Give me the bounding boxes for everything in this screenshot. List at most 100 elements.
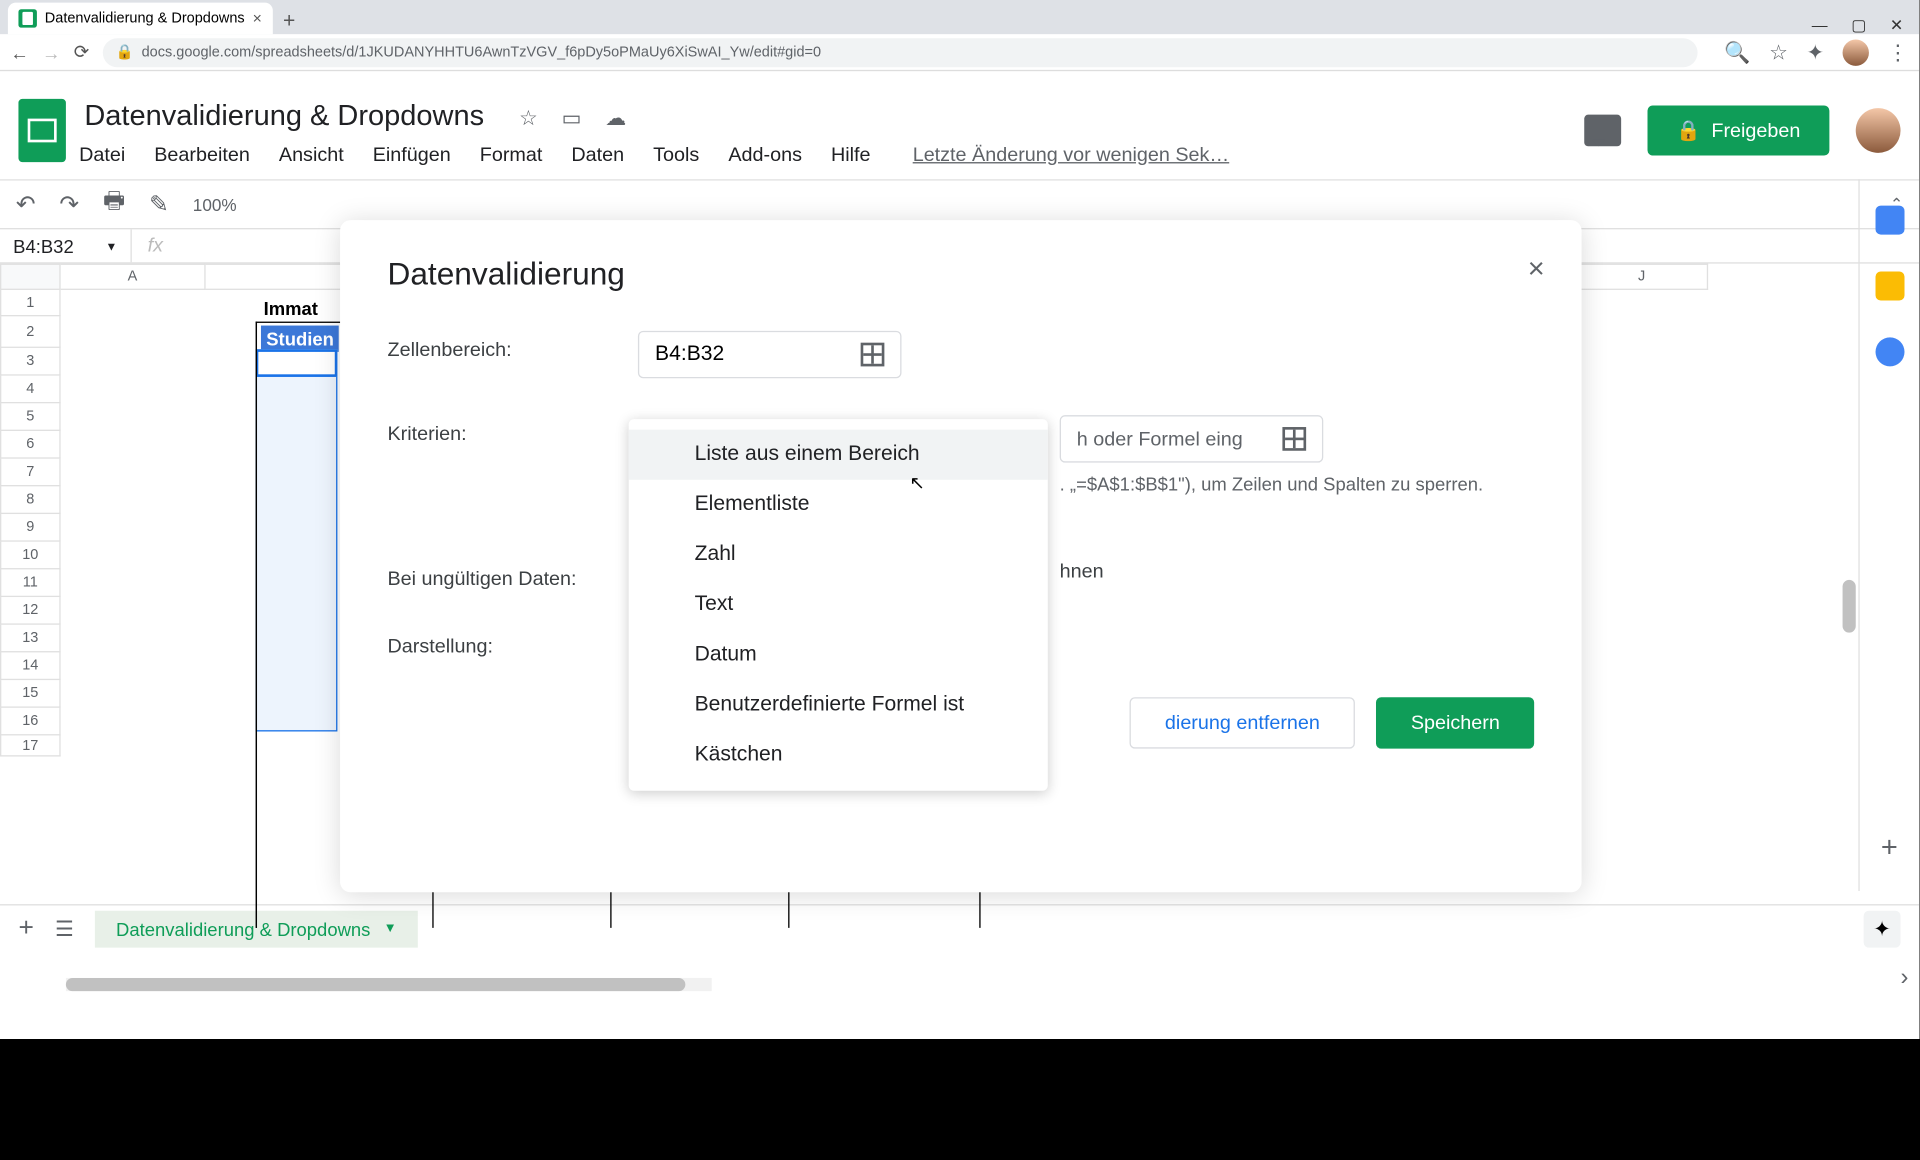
url-input[interactable]: 🔒 docs.google.com/spreadsheets/d/1JKUDAN… — [102, 38, 1698, 67]
select-range-icon[interactable] — [1282, 427, 1306, 451]
side-panel-toggle-icon[interactable]: › — [1901, 963, 1909, 991]
menu-format[interactable]: Format — [480, 143, 543, 165]
criteria-dropdown: Liste aus einem Bereich Elementliste Zah… — [629, 419, 1048, 791]
browser-profile-avatar[interactable] — [1843, 39, 1869, 65]
row-header[interactable]: 11 — [0, 569, 61, 597]
dialog-title: Datenvalidierung — [387, 257, 1534, 294]
dropdown-option-custom-formula[interactable]: Benutzerdefinierte Formel ist — [629, 680, 1048, 730]
criteria-range-input[interactable]: h oder Formel eing — [1060, 415, 1324, 462]
row-header[interactable]: 14 — [0, 652, 61, 680]
invalid-data-label: Bei ungültigen Daten: — [387, 560, 664, 590]
menu-data[interactable]: Daten — [571, 143, 624, 165]
explore-icon[interactable]: ✦ — [1864, 910, 1901, 947]
row-header[interactable]: 2 — [0, 316, 61, 348]
row-header[interactable]: 6 — [0, 431, 61, 459]
dropdown-option-date[interactable]: Datum — [629, 630, 1048, 680]
dropdown-option-item-list[interactable]: Elementliste — [629, 480, 1048, 530]
vertical-scrollbar[interactable] — [1840, 580, 1858, 1160]
col-header[interactable]: J — [1576, 264, 1708, 290]
sheets-favicon — [18, 9, 36, 27]
save-button[interactable]: Speichern — [1377, 697, 1535, 748]
add-sheet-icon[interactable]: + — [18, 913, 33, 943]
row-header[interactable]: 7 — [0, 459, 61, 487]
menu-edit[interactable]: Bearbeiten — [154, 143, 250, 165]
menu-tools[interactable]: Tools — [653, 143, 699, 165]
lock-icon: 🔒 — [116, 43, 134, 60]
print-icon[interactable]: 🖶 — [103, 185, 125, 225]
document-title[interactable]: Datenvalidierung & Dropdowns — [79, 96, 489, 136]
comments-icon[interactable] — [1584, 115, 1621, 147]
keep-icon[interactable] — [1875, 272, 1904, 301]
row-header[interactable]: 12 — [0, 597, 61, 625]
share-label: Freigeben — [1711, 119, 1800, 141]
close-tab-icon[interactable]: × — [253, 9, 262, 27]
row-header[interactable]: 10 — [0, 542, 61, 570]
cell-range-input[interactable]: B4:B32 — [638, 331, 902, 378]
row-header[interactable]: 16 — [0, 708, 61, 736]
share-button[interactable]: 🔒 Freigeben — [1647, 105, 1829, 155]
dropdown-option-number[interactable]: Zahl — [629, 530, 1048, 580]
row-header[interactable]: 17 — [0, 735, 61, 756]
account-avatar[interactable] — [1856, 108, 1901, 153]
menu-bar: Datei Bearbeiten Ansicht Einfügen Format… — [79, 143, 1571, 165]
row-header[interactable]: 8 — [0, 486, 61, 514]
sheets-logo-icon[interactable] — [18, 99, 65, 162]
cloud-status-icon[interactable]: ☁ — [605, 106, 626, 132]
zoom-select[interactable]: 100% — [193, 194, 237, 214]
all-sheets-icon[interactable]: ☰ — [55, 915, 74, 941]
dropdown-icon: ▼ — [106, 239, 118, 252]
undo-icon[interactable]: ↶ — [16, 190, 36, 218]
menu-insert[interactable]: Einfügen — [373, 143, 451, 165]
dropdown-option-text[interactable]: Text — [629, 580, 1048, 630]
row-header[interactable]: 5 — [0, 403, 61, 431]
menu-view[interactable]: Ansicht — [279, 143, 344, 165]
star-doc-icon[interactable]: ☆ — [519, 106, 538, 132]
move-doc-icon[interactable]: ▭ — [562, 106, 582, 132]
dropdown-option-checkbox[interactable]: Kästchen — [629, 730, 1048, 780]
select-range-icon[interactable] — [861, 343, 885, 367]
last-edit-link[interactable]: Letzte Änderung vor wenigen Sek… — [913, 143, 1230, 165]
range-label: Zellenbereich: — [387, 331, 637, 361]
extensions-icon[interactable]: ✦ — [1806, 39, 1824, 65]
close-window-icon[interactable]: ✕ — [1890, 16, 1903, 34]
calendar-icon[interactable] — [1875, 206, 1904, 235]
col-header[interactable]: A — [61, 264, 206, 290]
new-tab-button[interactable]: + — [272, 11, 305, 35]
minimize-icon[interactable]: — — [1812, 16, 1828, 34]
row-header[interactable]: 4 — [0, 376, 61, 404]
row-header[interactable]: 3 — [0, 348, 61, 376]
menu-help[interactable]: Hilfe — [831, 143, 871, 165]
zoom-icon[interactable]: 🔍 — [1724, 39, 1750, 65]
row-header[interactable]: 9 — [0, 514, 61, 542]
horizontal-scrollbar[interactable] — [66, 978, 712, 991]
paint-format-icon[interactable]: ✎ — [149, 190, 169, 218]
remove-validation-button[interactable]: dierung entfernen — [1129, 697, 1355, 748]
reload-icon[interactable]: ⟳ — [74, 41, 89, 63]
url-text: docs.google.com/spreadsheets/d/1JKUDANYH… — [142, 44, 821, 60]
row-header[interactable]: 15 — [0, 680, 61, 708]
name-box[interactable]: B4:B32 ▼ — [0, 229, 132, 262]
maximize-icon[interactable]: ▢ — [1851, 16, 1866, 34]
forward-icon[interactable]: → — [42, 42, 60, 63]
close-dialog-icon[interactable]: × — [1528, 252, 1545, 286]
criteria-label: Kriterien: — [387, 415, 637, 445]
add-addon-icon[interactable]: + — [1881, 830, 1898, 864]
window-controls: — ▢ ✕ — [1796, 16, 1919, 34]
side-panel: + — [1858, 179, 1919, 891]
fx-icon: fx — [132, 235, 179, 257]
menu-addons[interactable]: Add-ons — [728, 143, 802, 165]
cell-a2: Immat — [264, 298, 318, 319]
redo-icon[interactable]: ↷ — [59, 190, 79, 218]
dropdown-option-list-range[interactable]: Liste aus einem Bereich — [629, 430, 1048, 480]
row-header[interactable]: 13 — [0, 625, 61, 653]
address-bar: ← → ⟳ 🔒 docs.google.com/spreadsheets/d/1… — [0, 34, 1919, 71]
browser-menu-icon[interactable]: ⋮ — [1887, 39, 1908, 65]
star-icon[interactable]: ☆ — [1769, 39, 1788, 65]
select-all-corner[interactable] — [0, 264, 61, 290]
browser-tab-bar: Datenvalidierung & Dropdowns × + — ▢ ✕ — [0, 0, 1919, 34]
row-header[interactable]: 1 — [0, 290, 61, 316]
browser-tab[interactable]: Datenvalidierung & Dropdowns × — [8, 3, 272, 35]
menu-file[interactable]: Datei — [79, 143, 125, 165]
tasks-icon[interactable] — [1875, 337, 1904, 366]
back-icon[interactable]: ← — [11, 42, 29, 63]
